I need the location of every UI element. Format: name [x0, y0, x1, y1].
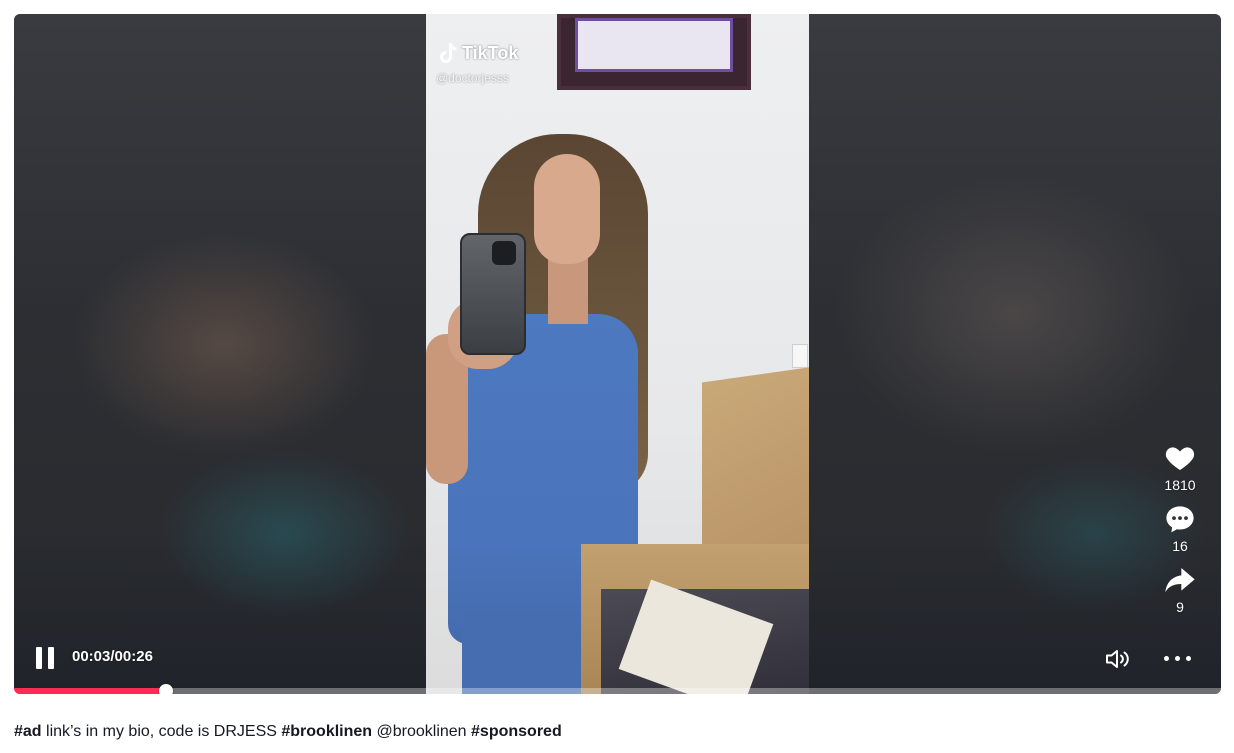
action-rail: 1810 16 9: [1160, 442, 1200, 625]
video-caption: #ad link’s in my bio, code is DRJESS #br…: [14, 723, 562, 741]
more-options-button[interactable]: [1164, 651, 1198, 665]
comment-icon: [1166, 506, 1194, 533]
phone: [460, 233, 526, 355]
volume-icon: [1106, 650, 1129, 668]
share-count: 9: [1176, 599, 1184, 615]
person-legs: [462, 614, 592, 694]
progress-fill: [14, 688, 166, 694]
hashtag-sponsored[interactable]: #sponsored: [471, 723, 562, 740]
caption-text: link’s in my bio, code is DRJESS: [41, 723, 282, 740]
more-icon: [1164, 655, 1191, 661]
video-frame[interactable]: [426, 14, 809, 694]
share-button[interactable]: 9: [1164, 564, 1196, 615]
tiktok-brand: TikTok: [462, 42, 519, 63]
tiktok-watermark: TikTok: [438, 42, 518, 64]
progress-knob[interactable]: [159, 684, 173, 694]
like-count: 1810: [1164, 477, 1196, 493]
heart-icon: [1165, 447, 1195, 470]
comment-count: 16: [1172, 538, 1188, 554]
like-button[interactable]: 1810: [1164, 442, 1196, 493]
volume-button[interactable]: [1104, 648, 1132, 670]
pause-button[interactable]: [36, 647, 56, 669]
hashtag-ad[interactable]: #ad: [14, 723, 42, 740]
time-display: 00:03/00:26: [72, 648, 153, 665]
duration: 00:26: [114, 648, 153, 665]
video-player[interactable]: TikTok @doctorjesss 1810 16 9 00:03/00:2…: [14, 14, 1221, 694]
progress-bar[interactable]: [14, 684, 1221, 694]
share-icon: [1165, 568, 1195, 592]
person-neck: [548, 254, 588, 324]
mention-brooklinen[interactable]: @brooklinen: [372, 723, 471, 740]
watermark-handle: @doctorjesss: [436, 71, 509, 85]
light-switch: [792, 344, 808, 368]
current-time: 00:03: [72, 648, 111, 665]
diploma-frame: [557, 14, 751, 90]
person-face: [534, 154, 600, 264]
comment-button[interactable]: 16: [1164, 503, 1196, 554]
hashtag-brooklinen[interactable]: #brooklinen: [281, 723, 372, 740]
box-flap: [702, 365, 809, 573]
tiktok-logo-icon: [440, 43, 457, 63]
